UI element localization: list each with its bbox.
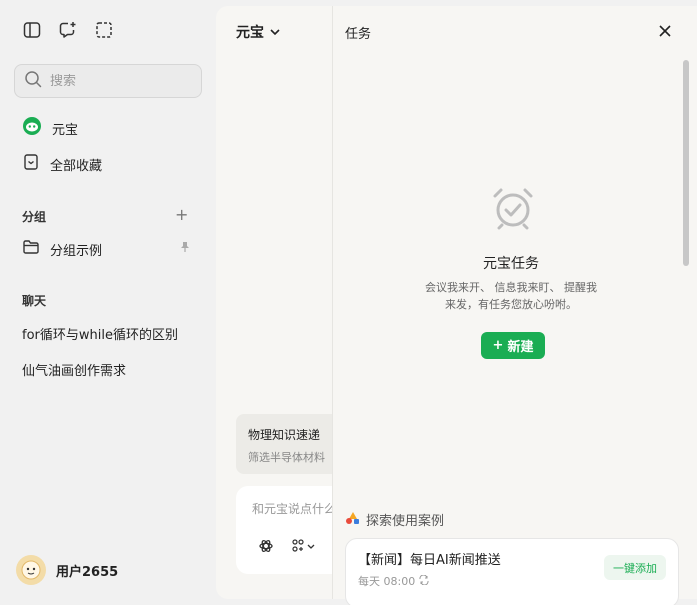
chat-main: 元宝 物理知识速递 筛选半导体材料 和元宝说点什么 bbox=[216, 6, 336, 599]
group-label: 分组示例 bbox=[50, 243, 103, 259]
panel-scrollbar[interactable] bbox=[683, 60, 689, 266]
suggestion-subtitle: 筛选半导体材料 bbox=[248, 451, 325, 464]
yuanbao-logo-icon bbox=[22, 116, 42, 140]
folder-icon bbox=[22, 238, 40, 260]
model-selector[interactable]: 元宝 bbox=[236, 22, 280, 42]
nav-all-bookmarks[interactable]: 全部收藏 bbox=[14, 149, 202, 179]
user-profile[interactable]: 用户2655 bbox=[16, 555, 118, 585]
empty-state-title: 元宝任务 bbox=[483, 256, 539, 272]
bookmark-icon bbox=[22, 153, 40, 175]
shapes-icon bbox=[345, 511, 361, 529]
pin-icon[interactable] bbox=[180, 241, 190, 257]
explore-label: 探索使用案例 bbox=[366, 514, 445, 529]
repeat-icon bbox=[419, 574, 429, 588]
apps-icon[interactable] bbox=[292, 539, 316, 557]
panel-title: 任务 bbox=[345, 27, 372, 42]
task-panel: 任务 元宝任务 会议我来开、 信息我来盯、 提醒我来发，有任务您放心吩咐。 + … bbox=[332, 6, 697, 605]
explore-cases-heading: 探索使用案例 bbox=[345, 510, 444, 529]
nav-yuanbao[interactable]: 元宝 bbox=[14, 113, 202, 143]
sidebar: 元宝 全部收藏 分组 + 分组示例 聊天 for循环与while循环的区别 仙气… bbox=[0, 0, 216, 605]
close-icon[interactable] bbox=[657, 23, 673, 39]
case-card[interactable]: 【新闻】每日AI新闻推送 每天 08:00 一键添加 bbox=[345, 538, 679, 605]
plus-icon: + bbox=[175, 205, 189, 224]
new-chat-icon[interactable] bbox=[58, 20, 78, 40]
quick-add-button[interactable]: 一键添加 bbox=[604, 555, 666, 580]
search-box[interactable] bbox=[14, 64, 202, 98]
toggle-sidebar-icon[interactable] bbox=[22, 20, 42, 40]
suggestion-title: 物理知识速递 bbox=[248, 428, 321, 442]
nav-label: 元宝 bbox=[52, 122, 79, 138]
sidebar-toolbar bbox=[22, 20, 114, 40]
chevron-down-icon bbox=[270, 24, 280, 40]
model-name: 元宝 bbox=[236, 25, 264, 41]
chat-input-box[interactable]: 和元宝说点什么 bbox=[236, 486, 336, 574]
model-mode-icon[interactable] bbox=[258, 538, 274, 558]
chat-item[interactable]: for循环与while循环的区别 bbox=[14, 318, 202, 348]
alarm-clock-icon bbox=[489, 184, 537, 236]
chats-heading: 聊天 bbox=[22, 294, 47, 308]
add-group-button[interactable]: + bbox=[175, 205, 189, 224]
chat-item[interactable]: 仙气油画创作需求 bbox=[14, 354, 202, 384]
chat-input-placeholder: 和元宝说点什么 bbox=[252, 502, 336, 516]
avatar bbox=[16, 555, 46, 585]
search-icon bbox=[24, 70, 42, 92]
group-item[interactable]: 分组示例 bbox=[14, 234, 202, 264]
new-task-label: 新建 bbox=[507, 340, 534, 355]
input-tools bbox=[258, 538, 316, 558]
screenshot-icon[interactable] bbox=[94, 20, 114, 40]
plus-icon: + bbox=[492, 338, 504, 353]
empty-state-description: 会议我来开、 信息我来盯、 提醒我来发，有任务您放心吩咐。 bbox=[425, 281, 597, 311]
case-schedule-text: 每天 08:00 bbox=[358, 575, 416, 588]
new-task-button[interactable]: + 新建 bbox=[481, 332, 545, 359]
user-name: 用户2655 bbox=[56, 564, 119, 580]
search-input[interactable] bbox=[50, 73, 190, 89]
suggestion-card[interactable]: 物理知识速递 筛选半导体材料 bbox=[236, 414, 336, 474]
groups-heading: 分组 bbox=[22, 210, 47, 224]
nav-label: 全部收藏 bbox=[50, 158, 103, 174]
